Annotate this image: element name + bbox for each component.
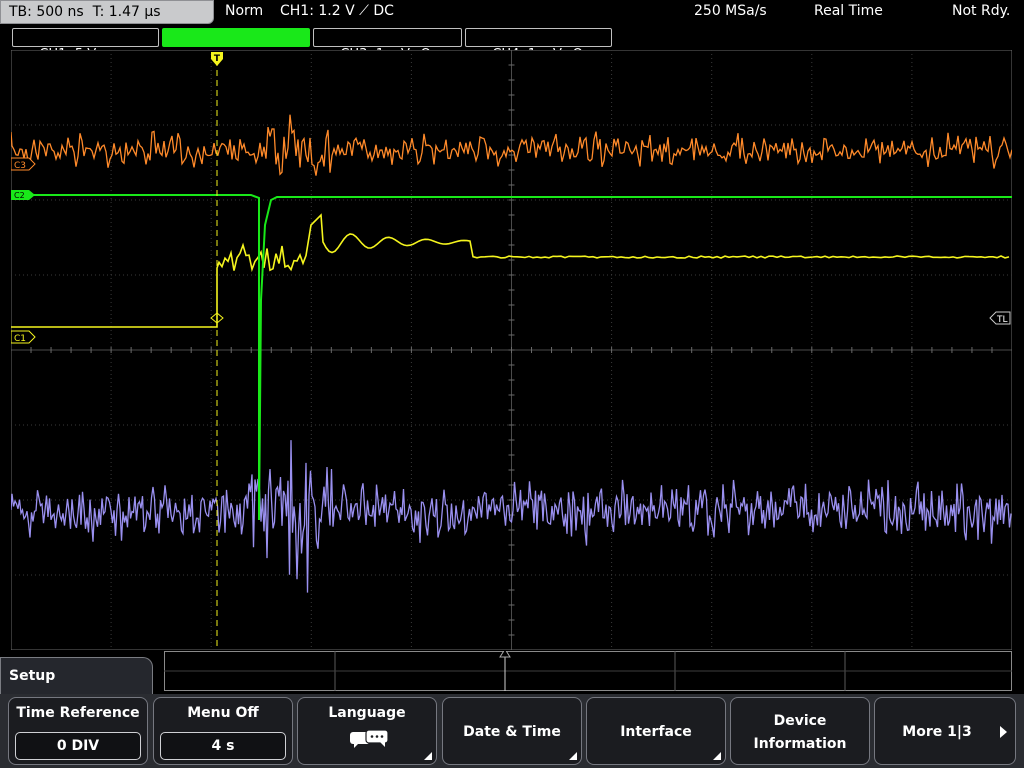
timebase-readout[interactable]: TB: 500 ns T: 1.47 µs: [0, 0, 214, 24]
softkey-label-line1: Device: [773, 713, 827, 729]
softkey-label-line2: Information: [753, 736, 847, 752]
softkey-label: More 1|3: [902, 724, 972, 740]
trigger-status: Not Rdy.: [952, 3, 1011, 19]
time-reference-value[interactable]: 0 DIV: [15, 732, 141, 760]
language-softkey[interactable]: Language: [297, 697, 437, 765]
status-bar: TB: 500 ns T: 1.47 µs Norm CH1: 1.2 V ⟋ …: [0, 0, 1024, 26]
next-page-arrow-icon: [1000, 726, 1007, 738]
trigger-setting[interactable]: CH1: 1.2 V ⟋ DC: [280, 3, 394, 19]
submenu-indicator-icon: [569, 752, 577, 760]
svg-text:T: T: [214, 54, 221, 64]
channel-tab-ch1[interactable]: CH1: 5 V≅: [12, 28, 159, 62]
softkey-label: Time Reference: [16, 705, 140, 721]
submenu-indicator-icon: [424, 752, 432, 760]
waveform-display[interactable]: T C3 C2 C1 TL: [11, 50, 1012, 650]
submenu-indicator-icon: [713, 752, 721, 760]
menu-off-softkey[interactable]: Menu Off 4 s: [153, 697, 293, 765]
overview-strip[interactable]: [164, 651, 1012, 691]
waveform-canvas[interactable]: T C3 C2 C1 TL: [11, 50, 1012, 650]
svg-text:C3: C3: [14, 161, 26, 171]
setup-menu-tab: Setup: [0, 657, 153, 697]
menu-off-value[interactable]: 4 s: [160, 732, 286, 760]
acquisition-mode: Real Time: [814, 3, 883, 19]
softkey-label: Date & Time: [463, 724, 561, 740]
trigger-mode[interactable]: Norm: [225, 3, 263, 19]
speech-bubbles-icon: [350, 729, 389, 748]
more-softkey[interactable]: More 1|3: [874, 697, 1016, 765]
time-reference-softkey[interactable]: Time Reference 0 DIV: [8, 697, 148, 765]
softkey-label: Interface: [620, 724, 692, 740]
softkey-label: Menu Off: [187, 705, 259, 721]
channel-tab-ch2[interactable]: CH2: 20 mV≅Ω: [162, 28, 310, 62]
channel-tab-ch4[interactable]: CH4: 1 mV≅Ω: [465, 28, 612, 62]
date-time-softkey[interactable]: Date & Time: [442, 697, 582, 765]
sample-rate: 250 MSa/s: [694, 3, 767, 19]
svg-text:TL: TL: [996, 315, 1008, 325]
svg-text:C1: C1: [14, 334, 26, 344]
svg-text:C2: C2: [14, 191, 25, 200]
softkey-label: Language: [328, 705, 406, 721]
interface-softkey[interactable]: Interface: [586, 697, 726, 765]
menu-title: Setup: [9, 668, 56, 684]
device-information-softkey[interactable]: Device Information: [730, 697, 870, 765]
channel-tab-ch3[interactable]: CH3: 1 mV≅Ω: [313, 28, 462, 62]
